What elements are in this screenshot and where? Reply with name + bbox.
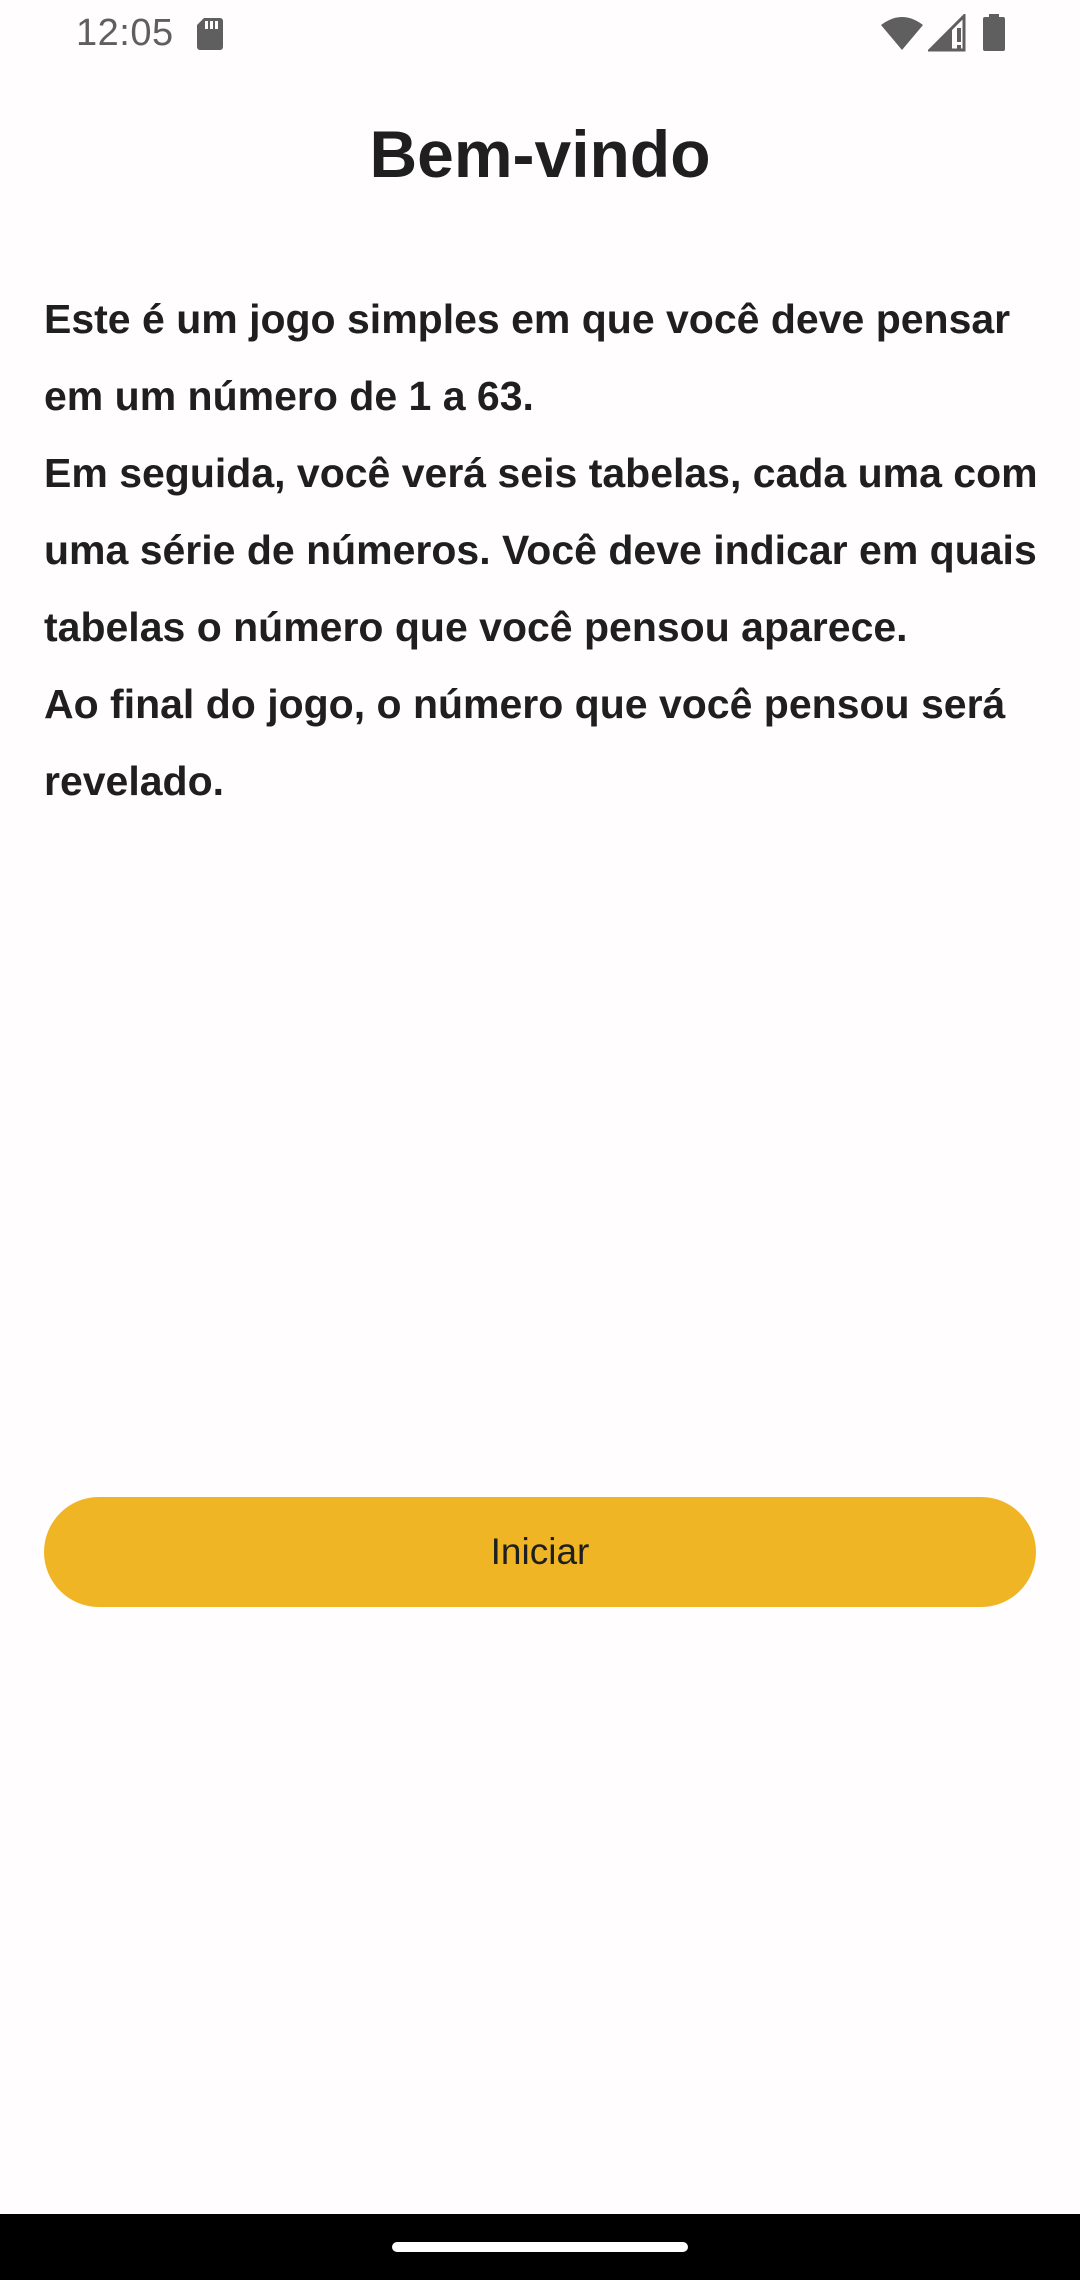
page-title: Bem-vindo <box>369 117 711 191</box>
home-gesture-handle[interactable] <box>392 2242 688 2252</box>
intro-text: Este é um jogo simples em que você deve … <box>44 281 1044 820</box>
intro-paragraph: Em seguida, você verá seis tabelas, cada… <box>44 450 1038 650</box>
intro-paragraph: Ao final do jogo, o número que você pens… <box>44 681 1006 804</box>
signal-icon <box>928 14 966 52</box>
intro-paragraph: Este é um jogo simples em que você deve … <box>44 296 1011 419</box>
status-time: 12:05 <box>76 12 174 54</box>
start-button[interactable]: Iniciar <box>44 1497 1036 1607</box>
navigation-bar <box>0 2214 1080 2280</box>
wifi-icon <box>881 17 923 50</box>
battery-icon <box>983 14 1005 51</box>
sd-card-icon <box>197 18 223 50</box>
status-bar: 12:05 <box>0 0 1080 72</box>
